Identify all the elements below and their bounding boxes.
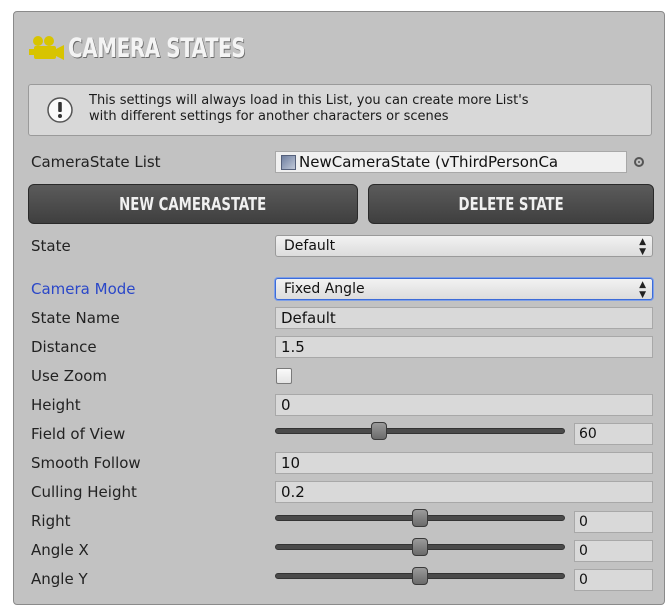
smooth-follow-label: Smooth Follow — [31, 454, 141, 472]
panel-header: CAMERA STATES — [28, 28, 284, 68]
camera-state-list-field[interactable]: NewCameraState (vThirdPersonCa — [275, 151, 627, 173]
camera-mode-dropdown-value: Fixed Angle — [284, 281, 365, 297]
smooth-follow-field[interactable]: 10 — [275, 452, 653, 474]
camera-state-list-value: NewCameraState (vThirdPersonCa — [299, 153, 559, 171]
right-label: Right — [31, 512, 71, 530]
field-of-view-field[interactable]: 60 — [574, 423, 653, 445]
scriptable-object-icon — [281, 154, 296, 170]
right-field[interactable]: 0 — [574, 511, 653, 533]
culling-height-label: Culling Height — [31, 483, 137, 501]
field-of-view-label: Field of View — [31, 425, 126, 443]
angle-x-field[interactable]: 0 — [574, 540, 653, 562]
camera-state-list-label: CameraState List — [31, 153, 161, 171]
info-icon — [47, 97, 73, 123]
new-camerastate-label: NEW CAMERASTATE — [119, 193, 267, 215]
height-label: Height — [31, 396, 81, 414]
height-field[interactable]: 0 — [275, 394, 653, 416]
camera-mode-dropdown[interactable]: Fixed Angle ▲ ▼ — [275, 278, 653, 300]
delete-state-button[interactable]: DELETE STATE — [368, 184, 654, 224]
field-of-view-slider-track[interactable] — [275, 428, 565, 434]
angle-y-label: Angle Y — [31, 570, 88, 588]
new-camerastate-button[interactable]: NEW CAMERASTATE — [28, 184, 358, 224]
field-of-view-slider-thumb[interactable] — [370, 422, 387, 440]
use-zoom-checkbox[interactable] — [276, 368, 292, 384]
panel-title: CAMERA STATES — [68, 32, 246, 64]
culling-height-field[interactable]: 0.2 — [275, 481, 653, 503]
use-zoom-label: Use Zoom — [31, 367, 108, 385]
distance-label: Distance — [31, 338, 97, 356]
dropdown-arrows-icon: ▲ ▼ — [639, 280, 646, 300]
angle-x-slider-thumb[interactable] — [412, 538, 428, 556]
state-name-field[interactable]: Default — [275, 307, 653, 329]
camera-mode-label: Camera Mode — [31, 280, 136, 298]
help-text: This settings will always load in this L… — [89, 93, 649, 125]
state-name-label: State Name — [31, 309, 120, 327]
state-dropdown-value: Default — [284, 238, 336, 254]
help-text-line-1: This settings will always load in this L… — [89, 93, 529, 108]
state-dropdown[interactable]: Default ▲ ▼ — [275, 235, 653, 257]
right-slider-thumb[interactable] — [412, 509, 428, 527]
state-label: State — [31, 237, 71, 255]
distance-field[interactable]: 1.5 — [275, 336, 653, 358]
delete-state-label: DELETE STATE — [458, 193, 564, 215]
angle-y-field[interactable]: 0 — [574, 569, 653, 591]
object-picker-icon[interactable] — [634, 157, 644, 167]
help-box: This settings will always load in this L… — [28, 84, 652, 136]
help-text-line-2: with different settings for another char… — [89, 109, 449, 124]
camera-icon — [28, 34, 68, 62]
angle-y-slider-thumb[interactable] — [412, 567, 428, 585]
angle-x-label: Angle X — [31, 541, 89, 559]
dropdown-arrows-icon: ▲ ▼ — [639, 237, 646, 257]
camera-states-panel: CAMERA STATES This settings will always … — [13, 11, 665, 605]
